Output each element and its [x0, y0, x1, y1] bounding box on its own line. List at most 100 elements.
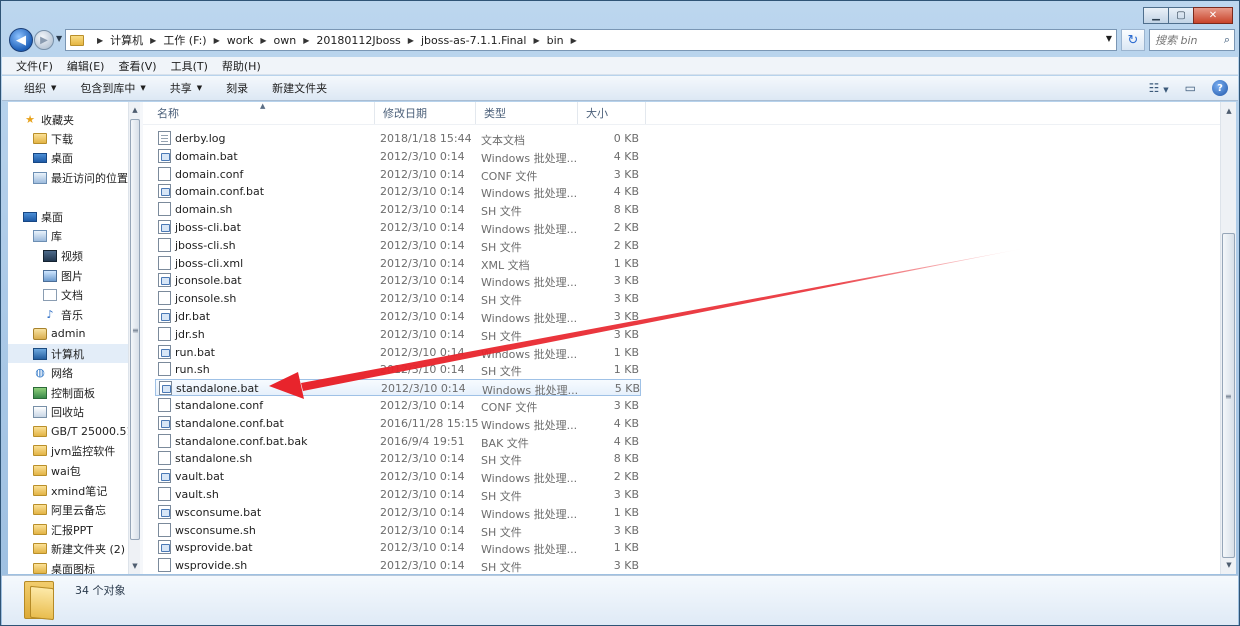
- nav-item-folder[interactable]: 汇报PPT: [33, 520, 128, 539]
- column-header-size[interactable]: 大小: [578, 102, 646, 124]
- nav-pane-scrollbar[interactable]: ▲ ≡ ▼: [128, 102, 140, 574]
- file-row[interactable]: run.bat 2012/3/10 0:14 Windows 批处理... 1 KB: [155, 344, 641, 361]
- nav-item-folder[interactable]: 阿里云备忘: [33, 500, 128, 519]
- file-row[interactable]: domain.conf 2012/3/10 0:14 CONF 文件 3 KB: [155, 166, 641, 183]
- file-row[interactable]: vault.bat 2012/3/10 0:14 Windows 批处理... 2 K…: [155, 468, 641, 485]
- nav-item-libraries[interactable]: 库: [33, 226, 128, 245]
- nav-item-computer[interactable]: 计算机: [8, 344, 128, 363]
- file-row[interactable]: domain.bat 2012/3/10 0:14 Windows 批处理... 4 …: [155, 148, 641, 165]
- nav-item-recent-places[interactable]: 最近访问的位置: [33, 168, 128, 187]
- file-row[interactable]: wsconsume.sh 2012/3/10 0:14 SH 文件 3 KB: [155, 522, 641, 539]
- column-header-type[interactable]: 类型: [476, 102, 578, 124]
- nav-item-folder[interactable]: 新建文件夹 (2): [33, 539, 128, 558]
- file-row[interactable]: standalone.conf 2012/3/10 0:14 CONF 文件 3 KB: [155, 397, 641, 414]
- nav-item-recycle-bin[interactable]: 回收站: [33, 402, 128, 421]
- breadcrumb-item[interactable]: 20180112Jboss: [316, 34, 400, 47]
- file-row[interactable]: wsconsume.bat 2012/3/10 0:14 Windows 批处理..…: [155, 504, 641, 521]
- file-row[interactable]: standalone.sh 2012/3/10 0:14 SH 文件 8 KB: [155, 450, 641, 467]
- breadcrumb-item[interactable]: 工作 (F:): [163, 32, 206, 48]
- new-folder-button[interactable]: 新建文件夹: [272, 80, 327, 96]
- burn-button[interactable]: 刻录: [226, 80, 248, 96]
- breadcrumb-separator-icon[interactable]: ▶: [303, 36, 309, 45]
- breadcrumb-separator-icon[interactable]: ▶: [260, 36, 266, 45]
- scroll-down-icon[interactable]: ▼: [130, 562, 140, 570]
- search-input[interactable]: [1155, 33, 1215, 47]
- refresh-button[interactable]: ↻: [1121, 29, 1145, 51]
- breadcrumb-separator-icon[interactable]: ▶: [150, 36, 156, 45]
- breadcrumb-separator-icon[interactable]: ▶: [408, 36, 414, 45]
- include-in-library-button[interactable]: 包含到库中 ▼: [80, 80, 145, 96]
- breadcrumb-item[interactable]: own: [274, 34, 297, 47]
- menu-edit[interactable]: 编辑(E): [67, 58, 105, 74]
- nav-item-folder[interactable]: wai包: [33, 461, 128, 480]
- nav-item-downloads[interactable]: 下载: [33, 129, 128, 148]
- nav-item-documents[interactable]: 文档: [43, 285, 128, 304]
- menu-file[interactable]: 文件(F): [16, 58, 53, 74]
- help-button[interactable]: ?: [1212, 80, 1228, 96]
- file-row[interactable]: standalone.conf.bat 2016/11/28 15:15 Windo…: [155, 415, 641, 432]
- column-header-name[interactable]: 名称: [149, 102, 375, 124]
- breadcrumb-separator-icon[interactable]: ▶: [533, 36, 539, 45]
- nav-item-music[interactable]: ♪ 音乐: [43, 305, 128, 324]
- file-row[interactable]: jdr.bat 2012/3/10 0:14 Windows 批处理... 3 KB: [155, 308, 641, 325]
- breadcrumb-item[interactable]: jboss-as-7.1.1.Final: [421, 34, 526, 47]
- menu-tools[interactable]: 工具(T): [171, 58, 208, 74]
- breadcrumb-separator-icon[interactable]: ▶: [97, 36, 103, 45]
- file-row[interactable]: derby.log 2018/1/18 15:44 文本文档 0 KB: [155, 130, 641, 147]
- forward-button[interactable]: ▶: [34, 30, 54, 50]
- nav-item-desktop-fav[interactable]: 桌面: [33, 148, 128, 167]
- file-row[interactable]: standalone.bat 2012/3/10 0:14 Windows 批处理.…: [155, 379, 641, 397]
- preview-pane-button[interactable]: ▭: [1185, 81, 1196, 95]
- breadcrumb-separator-icon[interactable]: ▶: [214, 36, 220, 45]
- nav-item-videos[interactable]: 视频: [43, 246, 128, 265]
- file-row[interactable]: domain.sh 2012/3/10 0:14 SH 文件 8 KB: [155, 201, 641, 218]
- nav-item-folder[interactable]: xmind笔记: [33, 481, 128, 500]
- file-row[interactable]: wsprovide.bat 2012/3/10 0:14 Windows 批处理..…: [155, 539, 641, 556]
- file-size: 2 KB: [613, 238, 639, 252]
- back-button[interactable]: ◀: [9, 28, 33, 52]
- breadcrumb-separator-icon[interactable]: ▶: [571, 36, 577, 45]
- close-button[interactable]: ✕: [1193, 7, 1233, 24]
- scroll-up-icon[interactable]: ▲: [1223, 107, 1235, 115]
- menu-help[interactable]: 帮助(H): [222, 58, 261, 74]
- scroll-up-icon[interactable]: ▲: [130, 106, 140, 114]
- address-history-dropdown[interactable]: ▼: [1106, 34, 1112, 43]
- recent-pages-dropdown[interactable]: ▼: [56, 34, 62, 43]
- file-row[interactable]: jboss-cli.bat 2012/3/10 0:14 Windows 批处理..…: [155, 219, 641, 236]
- search-box[interactable]: ⌕: [1149, 29, 1235, 51]
- address-bar[interactable]: ▶ 计算机 ▶ 工作 (F:) ▶ work ▶ own ▶ 20180112J…: [65, 29, 1117, 51]
- nav-item-control-panel[interactable]: 控制面板: [33, 383, 128, 402]
- search-icon[interactable]: ⌕: [1224, 33, 1230, 47]
- nav-item-favorites[interactable]: ★ 收藏夹: [23, 110, 128, 129]
- nav-item-folder[interactable]: jvm监控软件: [33, 441, 128, 460]
- nav-item-network[interactable]: ◍ 网络: [33, 363, 128, 382]
- file-row[interactable]: jconsole.sh 2012/3/10 0:14 SH 文件 3 KB: [155, 290, 641, 307]
- file-row[interactable]: jconsole.bat 2012/3/10 0:14 Windows 批处理...…: [155, 272, 641, 289]
- file-row[interactable]: wsprovide.sh 2012/3/10 0:14 SH 文件 3 KB: [155, 557, 641, 574]
- file-row[interactable]: jdr.sh 2012/3/10 0:14 SH 文件 3 KB: [155, 326, 641, 343]
- nav-item-folder[interactable]: 桌面图标: [33, 559, 128, 574]
- nav-item-pictures[interactable]: 图片: [43, 266, 128, 285]
- minimize-button[interactable]: ▁: [1143, 7, 1169, 24]
- file-row[interactable]: run.sh 2012/3/10 0:14 SH 文件 1 KB: [155, 361, 641, 378]
- breadcrumb-item[interactable]: bin: [547, 34, 564, 47]
- menu-view[interactable]: 查看(V): [118, 58, 156, 74]
- file-row[interactable]: standalone.conf.bat.bak 2016/9/4 19:51 BAK…: [155, 433, 641, 450]
- nav-item-desktop[interactable]: 桌面: [23, 207, 128, 226]
- organize-button[interactable]: 组织 ▼: [24, 80, 56, 96]
- view-options-button[interactable]: ☷ ▼: [1149, 81, 1169, 95]
- breadcrumb-item[interactable]: 计算机: [110, 32, 143, 48]
- nav-item-label: admin: [51, 327, 86, 340]
- nav-item-admin[interactable]: admin: [33, 324, 128, 343]
- share-button[interactable]: 共享 ▼: [170, 80, 202, 96]
- file-row[interactable]: jboss-cli.xml 2012/3/10 0:14 XML 文档 1 KB: [155, 255, 641, 272]
- file-row[interactable]: jboss-cli.sh 2012/3/10 0:14 SH 文件 2 KB: [155, 237, 641, 254]
- column-header-date[interactable]: 修改日期: [375, 102, 476, 124]
- maximize-button[interactable]: ▢: [1168, 7, 1194, 24]
- scroll-down-icon[interactable]: ▼: [1223, 561, 1235, 569]
- file-list-scrollbar[interactable]: ▲ ≡ ▼: [1220, 102, 1236, 574]
- file-row[interactable]: vault.sh 2012/3/10 0:14 SH 文件 3 KB: [155, 486, 641, 503]
- nav-item-folder[interactable]: GB/T 25000.51-: [33, 422, 128, 441]
- file-row[interactable]: domain.conf.bat 2012/3/10 0:14 Windows 批处理…: [155, 183, 641, 200]
- breadcrumb-item[interactable]: work: [227, 34, 254, 47]
